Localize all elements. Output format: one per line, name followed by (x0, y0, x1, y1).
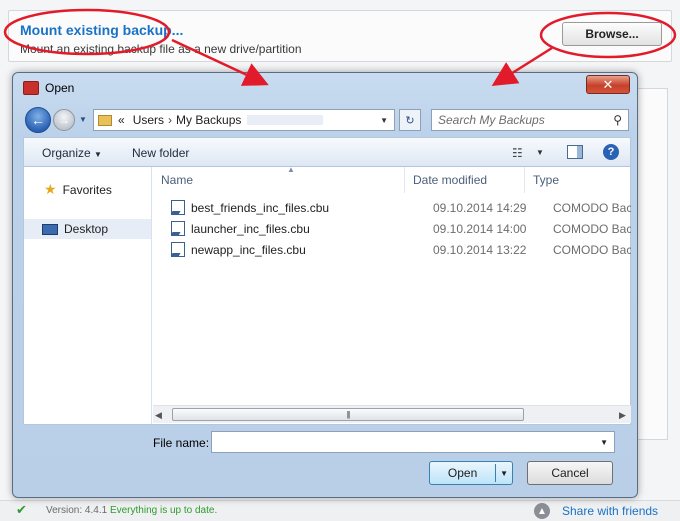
file-name-combobox[interactable]: ▼ (211, 431, 615, 453)
new-folder-button[interactable]: New folder (132, 146, 189, 160)
file-name: launcher_inc_files.cbu (191, 221, 310, 236)
desktop-icon (42, 223, 58, 235)
breadcrumb-my-backups[interactable]: My Backups (176, 113, 241, 127)
version-label: Version: (46, 505, 83, 516)
check-icon: ✔ (16, 502, 27, 517)
views-dropdown-icon[interactable]: ▼ (536, 148, 544, 157)
close-button[interactable]: ✕ (586, 75, 630, 94)
scroll-left-icon[interactable]: ◀ (155, 410, 162, 421)
folder-icon (98, 114, 112, 126)
file-date: 09.10.2014 13:22 (433, 242, 527, 257)
chevron-down-icon: ▼ (94, 150, 102, 159)
breadcrumb-separator-icon[interactable]: › (168, 113, 172, 127)
command-bar: Organize ▼ New folder ☷ ▼ ? (23, 137, 631, 167)
browser-area: ★ Favorites Desktop Name ▲ Date modified… (23, 165, 631, 425)
search-icon[interactable]: ⚲ (613, 113, 622, 127)
navigation-pane: ★ Favorites Desktop (24, 167, 152, 424)
backup-file-icon (171, 242, 185, 257)
refresh-icon[interactable]: ↻ (399, 109, 421, 131)
star-icon: ★ (44, 181, 57, 197)
address-overflow[interactable]: « (118, 113, 125, 127)
open-button[interactable]: Open ▼ (429, 461, 513, 485)
file-name: newapp_inc_files.cbu (191, 242, 306, 257)
organize-menu[interactable]: Organize ▼ (42, 146, 102, 160)
desktop-label: Desktop (64, 222, 109, 236)
file-name-input[interactable] (212, 432, 592, 452)
search-input[interactable]: Search My Backups ⚲ (431, 109, 629, 131)
open-file-dialog: Open ✕ ← → ▼ « Users › My Backups ▼ ↻ Se… (12, 72, 638, 498)
file-row[interactable]: launcher_inc_files.cbu 09.10.2014 14:00 … (153, 218, 631, 239)
column-header-type[interactable]: Type (525, 167, 631, 193)
scroll-right-icon[interactable]: ▶ (619, 410, 626, 421)
column-header-name[interactable]: Name ▲ (153, 165, 405, 193)
horizontal-scrollbar[interactable]: ◀ ||| ▶ (153, 405, 631, 423)
preview-pane-icon[interactable] (567, 145, 583, 159)
file-name: best_friends_inc_files.cbu (191, 200, 330, 215)
share-with-friends-link[interactable]: Share with friends (562, 504, 658, 518)
organize-label: Organize (42, 146, 91, 160)
open-options-dropdown-icon[interactable]: ▼ (496, 469, 512, 478)
favorites-label: Favorites (62, 182, 112, 197)
dialog-title: Open (45, 81, 75, 95)
file-list: Name ▲ Date modified Type best_friends_i… (153, 165, 631, 424)
browse-button[interactable]: Browse... (562, 22, 662, 46)
scroll-thumb[interactable]: ||| (172, 408, 524, 421)
column-header-date[interactable]: Date modified (405, 167, 525, 193)
open-label: Open (447, 466, 478, 480)
nav-item-favorites[interactable]: ★ Favorites (44, 181, 112, 198)
sort-ascending-icon: ▲ (287, 165, 295, 174)
nav-item-desktop[interactable]: Desktop (24, 219, 151, 239)
help-icon[interactable]: ? (603, 144, 619, 160)
file-name-dropdown-icon[interactable]: ▼ (600, 438, 608, 447)
version-number: 4.4.1 (84, 505, 108, 516)
address-bar[interactable]: « Users › My Backups ▼ (93, 109, 395, 131)
file-name-label: File name: (153, 436, 210, 450)
views-icon[interactable]: ☷ (512, 146, 523, 160)
file-type: COMODO Backup (553, 200, 631, 215)
status-text: Version: 4.4.1 Everything is up to date. (46, 505, 217, 516)
update-status: Everything is up to date. (109, 505, 218, 516)
file-type: COMODO Backup (553, 221, 631, 236)
mount-description: Mount an existing backup file as a new d… (20, 42, 302, 56)
forward-arrow-icon[interactable]: → (53, 109, 75, 131)
file-date: 09.10.2014 14:00 (433, 221, 527, 236)
cancel-button[interactable]: Cancel (527, 461, 613, 485)
background-panel (634, 88, 668, 440)
address-dropdown-icon[interactable]: ▼ (380, 116, 388, 125)
file-row[interactable]: newapp_inc_files.cbu 09.10.2014 13:22 CO… (153, 239, 631, 260)
recent-locations-dropdown-icon[interactable]: ▼ (79, 115, 87, 124)
backup-file-icon (171, 221, 185, 236)
file-type: COMODO Backup (553, 242, 631, 257)
mount-existing-backup-link[interactable]: Mount existing backup... (20, 22, 183, 38)
back-arrow-icon[interactable]: ← (25, 107, 51, 133)
app-icon (23, 81, 39, 95)
backup-file-icon (171, 200, 185, 215)
file-row[interactable]: best_friends_inc_files.cbu 09.10.2014 14… (153, 197, 631, 218)
blurred-region (247, 115, 324, 125)
share-icon[interactable]: ▲ (534, 503, 550, 519)
file-date: 09.10.2014 14:29 (433, 200, 527, 215)
search-placeholder: Search My Backups (438, 113, 545, 127)
breadcrumb-users[interactable]: Users (133, 113, 164, 127)
